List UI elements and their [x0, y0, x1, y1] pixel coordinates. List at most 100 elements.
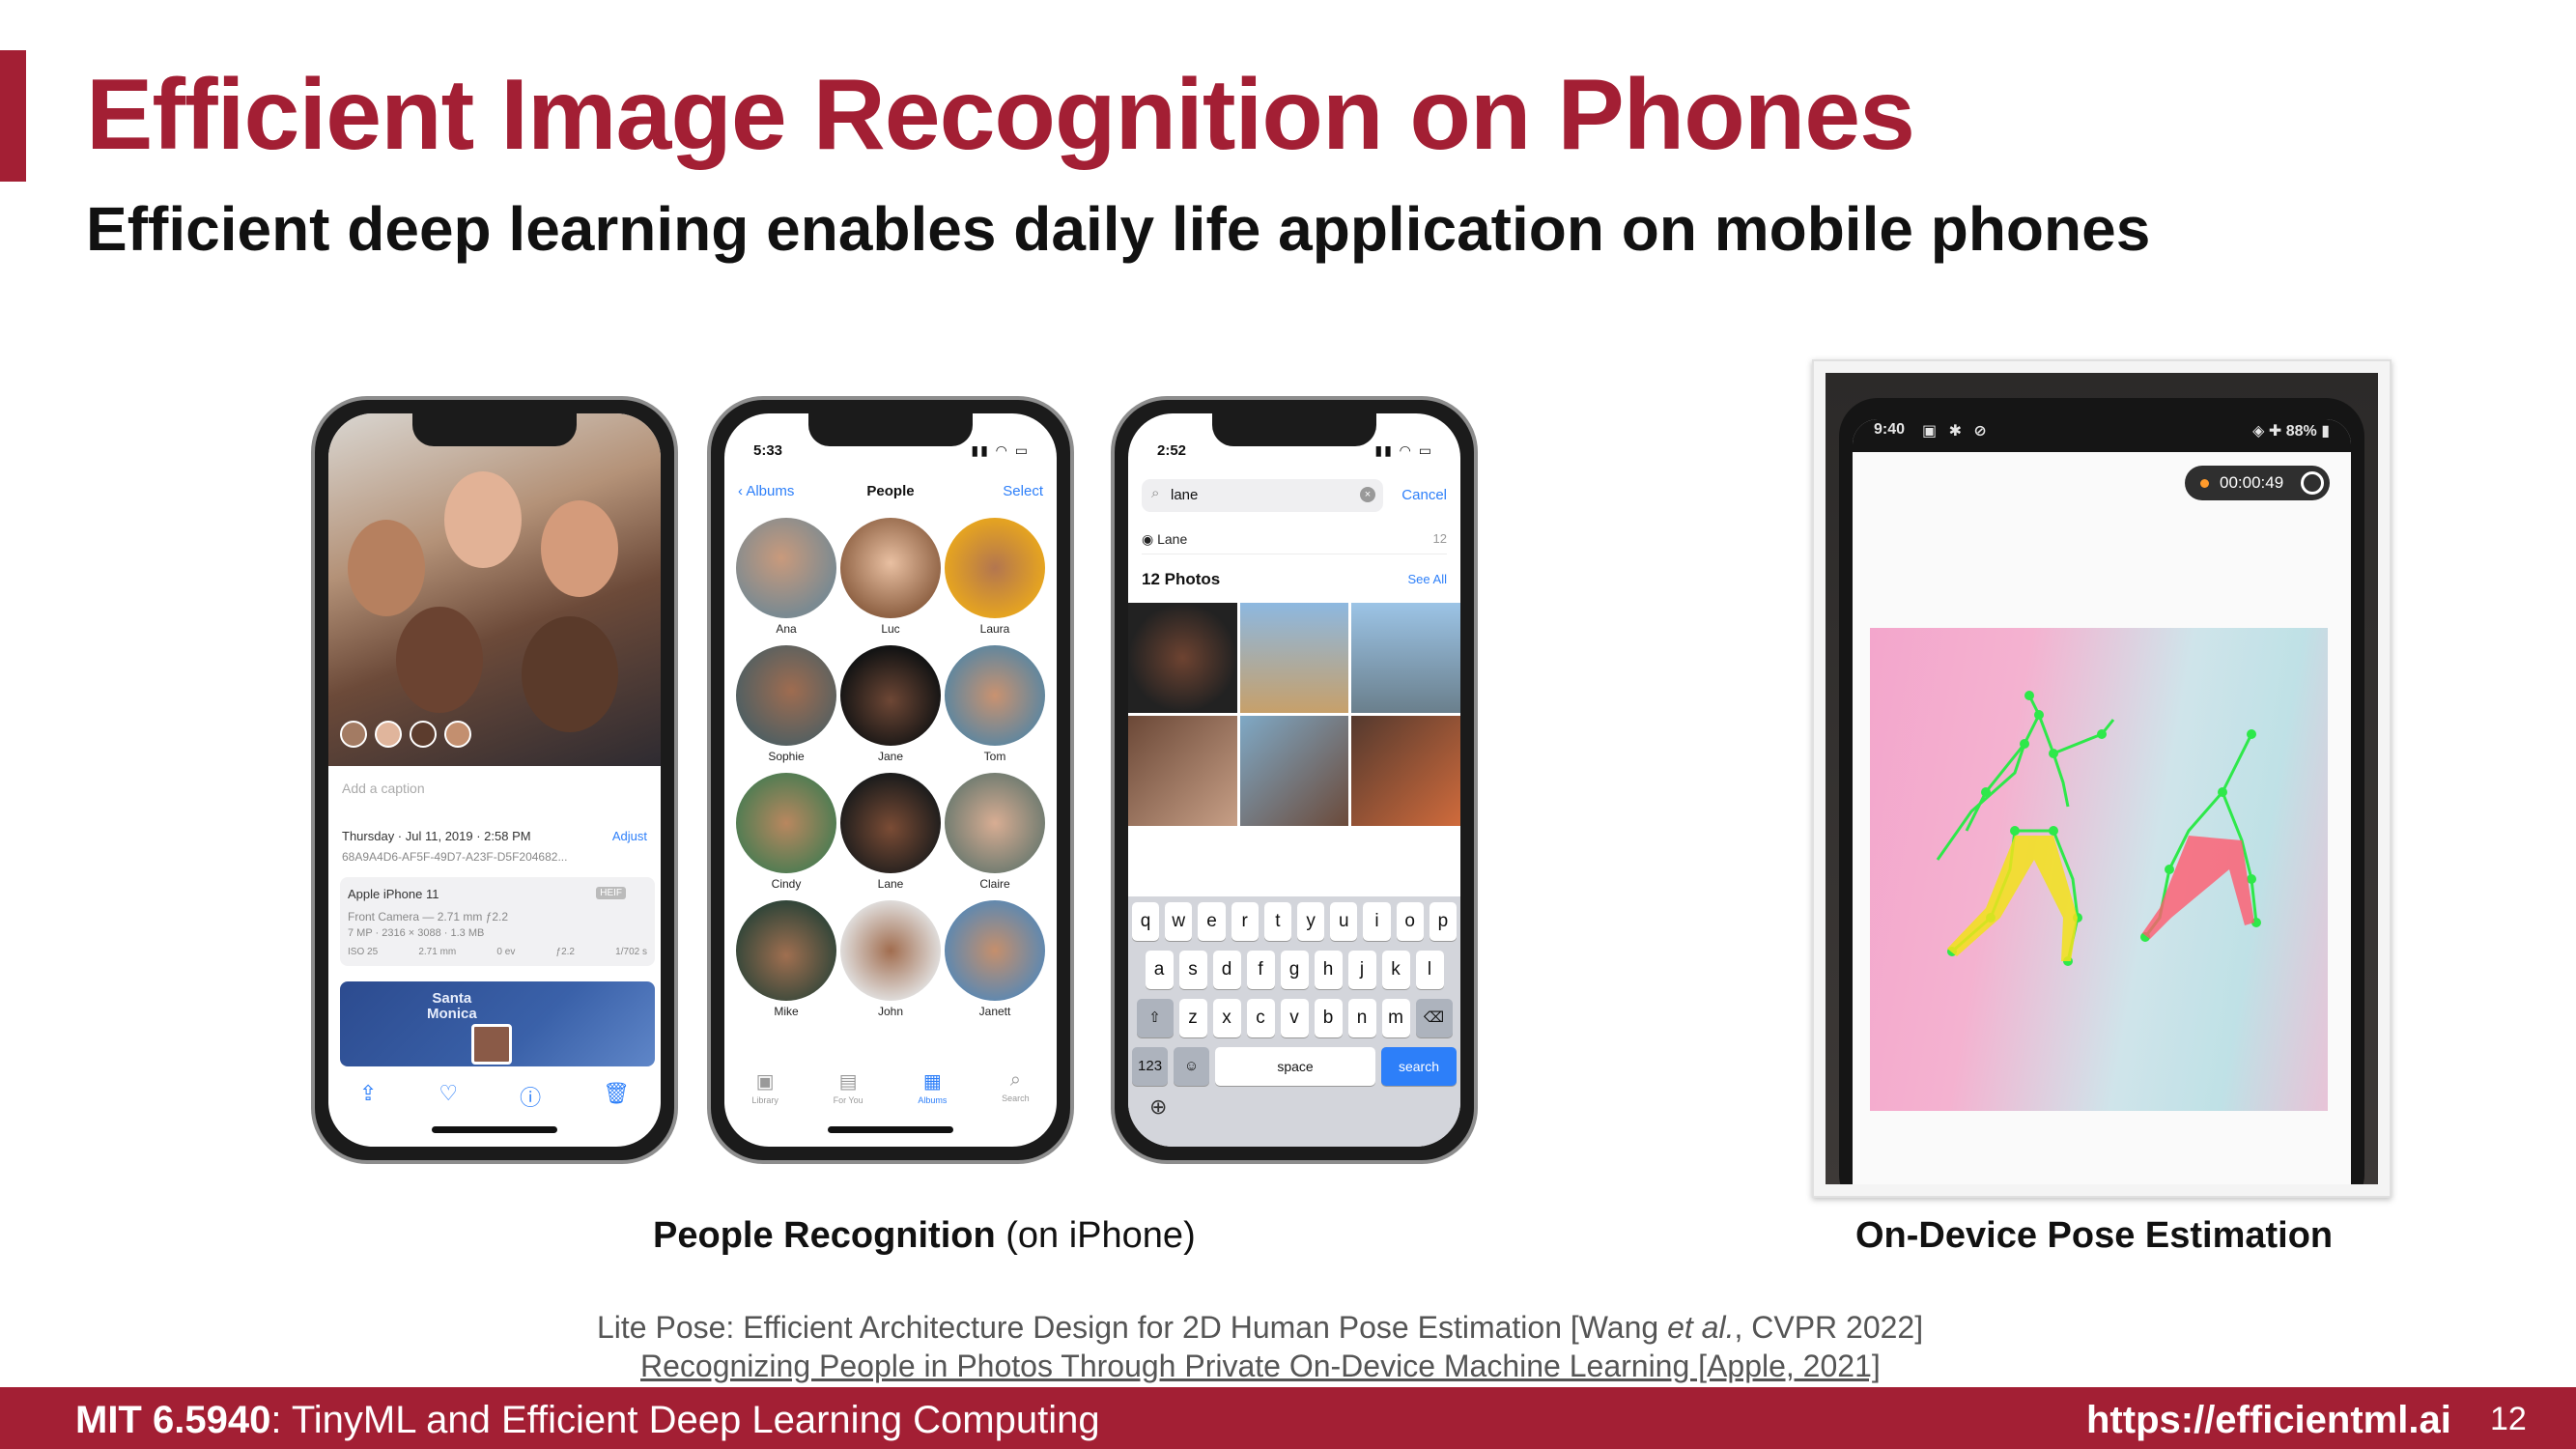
reference-apple-link[interactable]: Recognizing People in Photos Through Pri… — [640, 1349, 1881, 1384]
search-suggestion[interactable]: ◉ Lane 12 — [1142, 531, 1447, 554]
status-icons: ▮▮ ◠ ▭ — [1374, 442, 1433, 458]
phone-notch — [1212, 413, 1376, 446]
person-luc[interactable]: Luc — [838, 518, 943, 636]
result-photo[interactable] — [1239, 716, 1349, 826]
clear-icon[interactable]: × — [1360, 487, 1375, 502]
space-key[interactable]: space — [1215, 1047, 1375, 1086]
phone-people-album: 5:33 ▮▮ ◠ ▭ ‹ Albums People Select Ana L… — [707, 396, 1074, 1164]
result-photo[interactable] — [1128, 716, 1237, 826]
status-icons: ▣ ✱ ⊘ — [1922, 423, 1991, 440]
shift-key[interactable]: ⇧ — [1136, 999, 1174, 1037]
person-mike[interactable]: Mike — [734, 900, 838, 1018]
key-r[interactable]: r — [1231, 902, 1259, 941]
key-v[interactable]: v — [1280, 999, 1309, 1037]
course-title: MIT 6.5940: TinyML and Efficient Deep Le… — [75, 1399, 1100, 1441]
key-u[interactable]: u — [1330, 902, 1358, 941]
key-w[interactable]: w — [1165, 902, 1193, 941]
key-h[interactable]: h — [1314, 951, 1343, 989]
delete-key[interactable]: ⌫ — [1415, 999, 1453, 1037]
share-icon[interactable]: ⇪ — [359, 1081, 377, 1112]
pose-phone-screen: 9:40 ▣ ✱ ⊘ ◈ ✚ 88% ▮ 00:00:49 — [1853, 419, 2351, 1184]
see-all-button[interactable]: See All — [1408, 572, 1447, 586]
search-icon: ⌕ — [1151, 485, 1160, 501]
key-d[interactable]: d — [1212, 951, 1241, 989]
tab-search[interactable]: ⌕ Search — [1002, 1069, 1030, 1118]
person-icon: ◉ — [1142, 531, 1158, 547]
key-m[interactable]: m — [1381, 999, 1410, 1037]
search-input[interactable]: ⌕ lane × — [1142, 479, 1383, 512]
person-john[interactable]: John — [838, 900, 943, 1018]
photo-toolbar: ⇪ ♡ ⓘ 🗑 — [328, 1081, 661, 1112]
key-c[interactable]: c — [1246, 999, 1275, 1037]
person-janett[interactable]: Janett — [943, 900, 1047, 1018]
key-a[interactable]: a — [1145, 951, 1174, 989]
photo-date: Thursday · Jul 11, 2019 · 2:58 PM — [342, 829, 531, 843]
key-f[interactable]: f — [1246, 951, 1275, 989]
key-l[interactable]: l — [1415, 951, 1444, 989]
key-o[interactable]: o — [1396, 902, 1424, 941]
recognized-faces-strip[interactable] — [340, 721, 471, 748]
tab-for-you[interactable]: ▤ For You — [834, 1069, 863, 1118]
location-map[interactable]: Santa Monica — [340, 981, 655, 1066]
photo-file-id: 68A9A4D6-AF5F-49D7-A23F-D5F204682... — [342, 850, 568, 864]
key-t[interactable]: t — [1263, 902, 1291, 941]
status-icons: ▮▮ ◠ ▭ — [971, 442, 1030, 458]
key-n[interactable]: n — [1347, 999, 1376, 1037]
page-number: 12 — [2490, 1401, 2527, 1437]
search-icon: ⌕ — [1009, 1069, 1021, 1091]
key-k[interactable]: k — [1381, 951, 1410, 989]
record-stop-icon[interactable] — [2301, 471, 2324, 495]
key-j[interactable]: j — [1347, 951, 1376, 989]
key-s[interactable]: s — [1178, 951, 1207, 989]
info-icon[interactable]: ⓘ — [520, 1081, 541, 1112]
caption-input[interactable]: Add a caption — [342, 781, 425, 796]
lens-info: Front Camera — 2.71 mm ƒ2.2 — [348, 910, 509, 923]
tab-library[interactable]: ▣ Library — [751, 1069, 778, 1118]
person-claire[interactable]: Claire — [943, 773, 1047, 891]
person-ana[interactable]: Ana — [734, 518, 838, 636]
result-photo[interactable] — [1351, 716, 1460, 826]
course-url[interactable]: https://efficientml.ai — [2086, 1399, 2451, 1442]
key-y[interactable]: y — [1297, 902, 1325, 941]
person-tom[interactable]: Tom — [943, 645, 1047, 763]
key-q[interactable]: q — [1131, 902, 1160, 941]
adjust-button[interactable]: Adjust — [612, 829, 647, 843]
tab-albums[interactable]: ▦ Albums — [918, 1069, 947, 1118]
exif-iso: ISO 25 — [348, 947, 379, 957]
pose-skeleton-overlay — [1936, 691, 2261, 966]
select-button[interactable]: Select — [1003, 483, 1043, 499]
key-z[interactable]: z — [1178, 999, 1207, 1037]
slide-title: Efficient Image Recognition on Phones — [86, 59, 1915, 171]
result-photo[interactable] — [1351, 603, 1460, 713]
numbers-key[interactable]: 123 — [1132, 1047, 1169, 1086]
person-jane[interactable]: Jane — [838, 645, 943, 763]
library-icon: ▣ — [755, 1071, 775, 1093]
result-photo[interactable] — [1239, 603, 1349, 713]
key-b[interactable]: b — [1314, 999, 1343, 1037]
result-photo[interactable] — [1128, 603, 1237, 713]
key-i[interactable]: i — [1363, 902, 1391, 941]
heart-icon[interactable]: ♡ — [439, 1081, 458, 1112]
key-p[interactable]: p — [1429, 902, 1458, 941]
person-laura[interactable]: Laura — [943, 518, 1047, 636]
person-sophie[interactable]: Sophie — [734, 645, 838, 763]
search-key[interactable]: search — [1380, 1047, 1457, 1086]
person-lane[interactable]: Lane — [838, 773, 943, 891]
back-albums-button[interactable]: ‹ Albums — [738, 483, 794, 499]
person-cindy[interactable]: Cindy — [734, 773, 838, 891]
key-e[interactable]: e — [1198, 902, 1226, 941]
map-label: Santa Monica — [427, 990, 477, 1022]
globe-icon[interactable]: ⊕ — [1149, 1094, 1167, 1120]
key-g[interactable]: g — [1280, 951, 1309, 989]
reference-lite-pose[interactable]: Lite Pose: Efficient Architecture Design… — [597, 1310, 1923, 1346]
recording-timer[interactable]: 00:00:49 — [2185, 466, 2330, 500]
key-x[interactable]: x — [1212, 999, 1241, 1037]
group-selfie-photo[interactable] — [328, 413, 661, 766]
pose-battery: ◈ ✚ 88% ▮ — [2252, 423, 2330, 440]
cancel-button[interactable]: Cancel — [1401, 487, 1447, 503]
emoji-key[interactable]: ☺ — [1174, 1047, 1210, 1086]
photos-tab-bar: ▣ Library ▤ For You ▦ Albums ⌕ Search — [724, 1069, 1057, 1118]
map-photo-pin[interactable] — [471, 1024, 512, 1065]
trash-icon[interactable]: 🗑 — [603, 1081, 630, 1112]
pose-time: 9:40 — [1874, 421, 1906, 438]
